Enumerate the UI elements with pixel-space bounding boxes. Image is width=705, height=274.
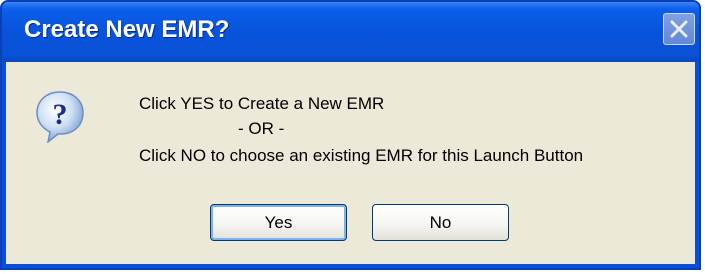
no-button[interactable]: No [372, 204, 509, 241]
question-icon: ? [34, 89, 86, 144]
close-button[interactable] [663, 13, 695, 45]
dialog-body: ? Click YES to Create a New EMR - OR - C… [6, 62, 695, 264]
dialog-window: Create New EMR? ? Click YES to Create a … [0, 0, 701, 270]
svg-text:?: ? [53, 98, 68, 131]
yes-button[interactable]: Yes [210, 204, 347, 241]
dialog-title: Create New EMR? [24, 16, 230, 43]
close-icon [670, 20, 688, 38]
message-line-1: Click YES to Create a New EMR [139, 94, 385, 113]
title-bar[interactable]: Create New EMR? [2, 2, 699, 62]
message-line-2: - OR - [238, 119, 285, 138]
message-line-3: Click NO to choose an existing EMR for t… [139, 146, 584, 165]
